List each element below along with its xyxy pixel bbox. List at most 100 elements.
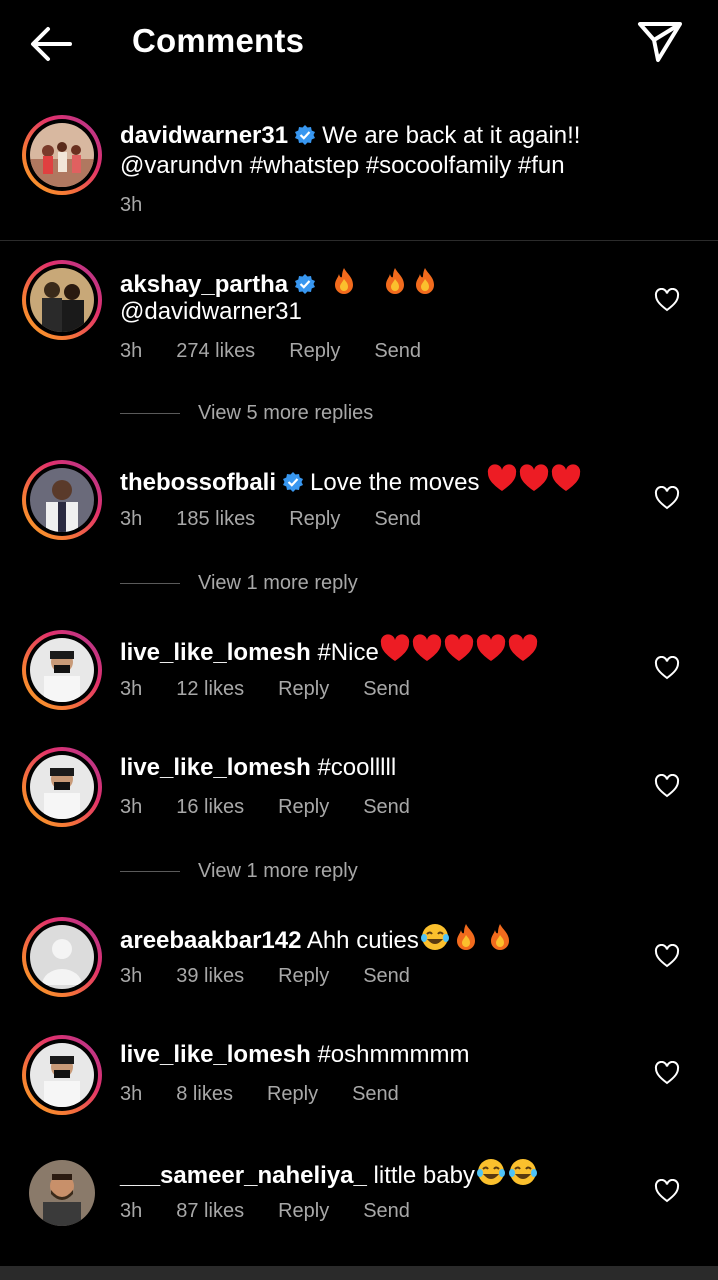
red-heart-emoji-icon xyxy=(380,634,409,661)
comment-text: little baby xyxy=(373,1162,475,1189)
avatar-image xyxy=(30,123,94,187)
comment-time: 3h xyxy=(120,796,143,818)
tears-of-joy-emoji-icon xyxy=(508,1159,537,1185)
comment-username[interactable]: thebossofbali xyxy=(120,469,276,496)
comment-time: 3h xyxy=(120,508,143,530)
view-more-replies-button[interactable]: View 1 more reply xyxy=(120,860,358,883)
avatar-image xyxy=(30,925,94,989)
divider xyxy=(0,240,718,241)
fire-emoji-icon xyxy=(416,268,435,294)
like-heart-icon[interactable] xyxy=(654,486,680,510)
comment-text: #Nice xyxy=(317,639,379,666)
reply-button[interactable]: Reply xyxy=(278,796,329,818)
post-caption: davidwarner31 We are back at it again!! @… xyxy=(0,108,718,240)
comment-meta: 3h 12 likes Reply Send xyxy=(120,678,444,701)
reply-button[interactable]: Reply xyxy=(267,1083,318,1105)
red-heart-emoji-icon xyxy=(508,634,537,661)
comment-username[interactable]: areebaakbar142 xyxy=(120,927,301,954)
comment-meta: 3h 274 likes Reply Send xyxy=(120,340,455,363)
send-button[interactable]: Send xyxy=(363,965,410,987)
comment-time: 3h xyxy=(120,678,143,700)
send-button[interactable]: Send xyxy=(352,1083,399,1105)
like-heart-icon[interactable] xyxy=(654,656,680,680)
send-button[interactable]: Send xyxy=(374,508,421,530)
like-heart-icon[interactable] xyxy=(654,288,680,312)
avatar[interactable] xyxy=(22,260,102,340)
tears-of-joy-emoji-icon xyxy=(420,924,449,950)
comment-username[interactable]: akshay_partha xyxy=(120,271,288,298)
likes-count[interactable]: 87 likes xyxy=(176,1200,244,1222)
fire-emoji-icon xyxy=(386,268,405,294)
caption-username[interactable]: davidwarner31 xyxy=(120,122,288,149)
reply-button[interactable]: Reply xyxy=(289,508,340,530)
reply-button[interactable]: Reply xyxy=(289,340,340,362)
reply-button[interactable]: Reply xyxy=(278,965,329,987)
reply-button[interactable]: Reply xyxy=(278,1200,329,1222)
comment-time: 3h xyxy=(120,340,143,362)
verified-badge-icon xyxy=(283,472,304,492)
likes-count[interactable]: 8 likes xyxy=(176,1083,233,1105)
send-button[interactable]: Send xyxy=(363,1200,410,1222)
avatar-image xyxy=(30,468,94,532)
red-heart-emoji-icon xyxy=(412,634,441,661)
paper-plane-icon[interactable] xyxy=(636,20,684,64)
like-heart-icon[interactable] xyxy=(654,1061,680,1085)
view-more-replies-button[interactable]: View 5 more replies xyxy=(120,402,373,425)
likes-count[interactable]: 39 likes xyxy=(176,965,244,987)
send-button[interactable]: Send xyxy=(363,678,410,700)
bottom-bar xyxy=(0,1266,718,1280)
caption-text: We are back at it again!! xyxy=(322,122,581,149)
likes-count[interactable]: 185 likes xyxy=(176,508,255,530)
avatar[interactable] xyxy=(22,460,102,540)
avatar[interactable] xyxy=(22,115,102,195)
fire-emoji-icon xyxy=(490,924,509,950)
view-more-replies-button[interactable]: View 1 more reply xyxy=(120,572,358,595)
top-bar: Comments xyxy=(0,0,718,86)
comment-text: #oshmmmmm xyxy=(317,1041,470,1068)
like-heart-icon[interactable] xyxy=(654,774,680,798)
comment-meta: 3h 87 likes Reply Send xyxy=(120,1200,444,1223)
comment-username[interactable]: live_like_lomesh xyxy=(120,754,311,781)
likes-count[interactable]: 16 likes xyxy=(176,796,244,818)
like-heart-icon[interactable] xyxy=(654,944,680,968)
caption-hashtags: @varundvn #whatstep #socoolfamily #fun xyxy=(120,152,565,179)
comment-username[interactable]: ___sameer_naheliya_ xyxy=(120,1162,367,1189)
comment-username[interactable]: live_like_lomesh xyxy=(120,1041,311,1068)
comment-meta: 3h 185 likes Reply Send xyxy=(120,508,455,531)
avatar[interactable] xyxy=(22,917,102,997)
comment-time: 3h xyxy=(120,1083,143,1105)
tears-of-joy-emoji-icon xyxy=(476,1159,505,1185)
comment-username[interactable]: live_like_lomesh xyxy=(120,639,311,666)
red-heart-emoji-icon xyxy=(551,464,581,491)
fire-emoji-icon xyxy=(456,924,475,950)
likes-count[interactable]: 12 likes xyxy=(176,678,244,700)
avatar[interactable] xyxy=(22,630,102,710)
likes-count[interactable]: 274 likes xyxy=(176,340,255,362)
avatar-image xyxy=(30,1043,94,1107)
reply-button[interactable]: Reply xyxy=(278,678,329,700)
avatar[interactable] xyxy=(29,1160,95,1226)
caption-time: 3h xyxy=(120,194,143,216)
comment-text: #coolllll xyxy=(317,754,397,781)
comment-time: 3h xyxy=(120,965,143,987)
verified-badge-icon xyxy=(295,125,316,145)
red-heart-emoji-icon xyxy=(487,464,517,491)
avatar[interactable] xyxy=(22,1035,102,1115)
avatar[interactable] xyxy=(22,747,102,827)
avatar-image xyxy=(30,268,94,332)
comment-time: 3h xyxy=(120,1200,143,1222)
verified-badge-icon xyxy=(295,274,316,294)
comment-meta: 3h 8 likes Reply Send xyxy=(120,1083,433,1106)
comment-meta: 3h 16 likes Reply Send xyxy=(120,796,444,819)
back-arrow-icon[interactable] xyxy=(28,24,74,64)
caption-line-1: davidwarner31 We are back at it again!! xyxy=(120,120,580,152)
red-heart-emoji-icon xyxy=(444,634,473,661)
like-heart-icon[interactable] xyxy=(654,1179,680,1203)
comment-text: Ahh cuties xyxy=(306,927,419,954)
red-heart-emoji-icon xyxy=(476,634,505,661)
send-button[interactable]: Send xyxy=(374,340,421,362)
comment-text: Love the moves xyxy=(310,469,487,496)
comment-mention[interactable]: @davidwarner31 xyxy=(120,296,302,328)
send-button[interactable]: Send xyxy=(363,796,410,818)
fire-emoji-icon xyxy=(334,268,353,294)
